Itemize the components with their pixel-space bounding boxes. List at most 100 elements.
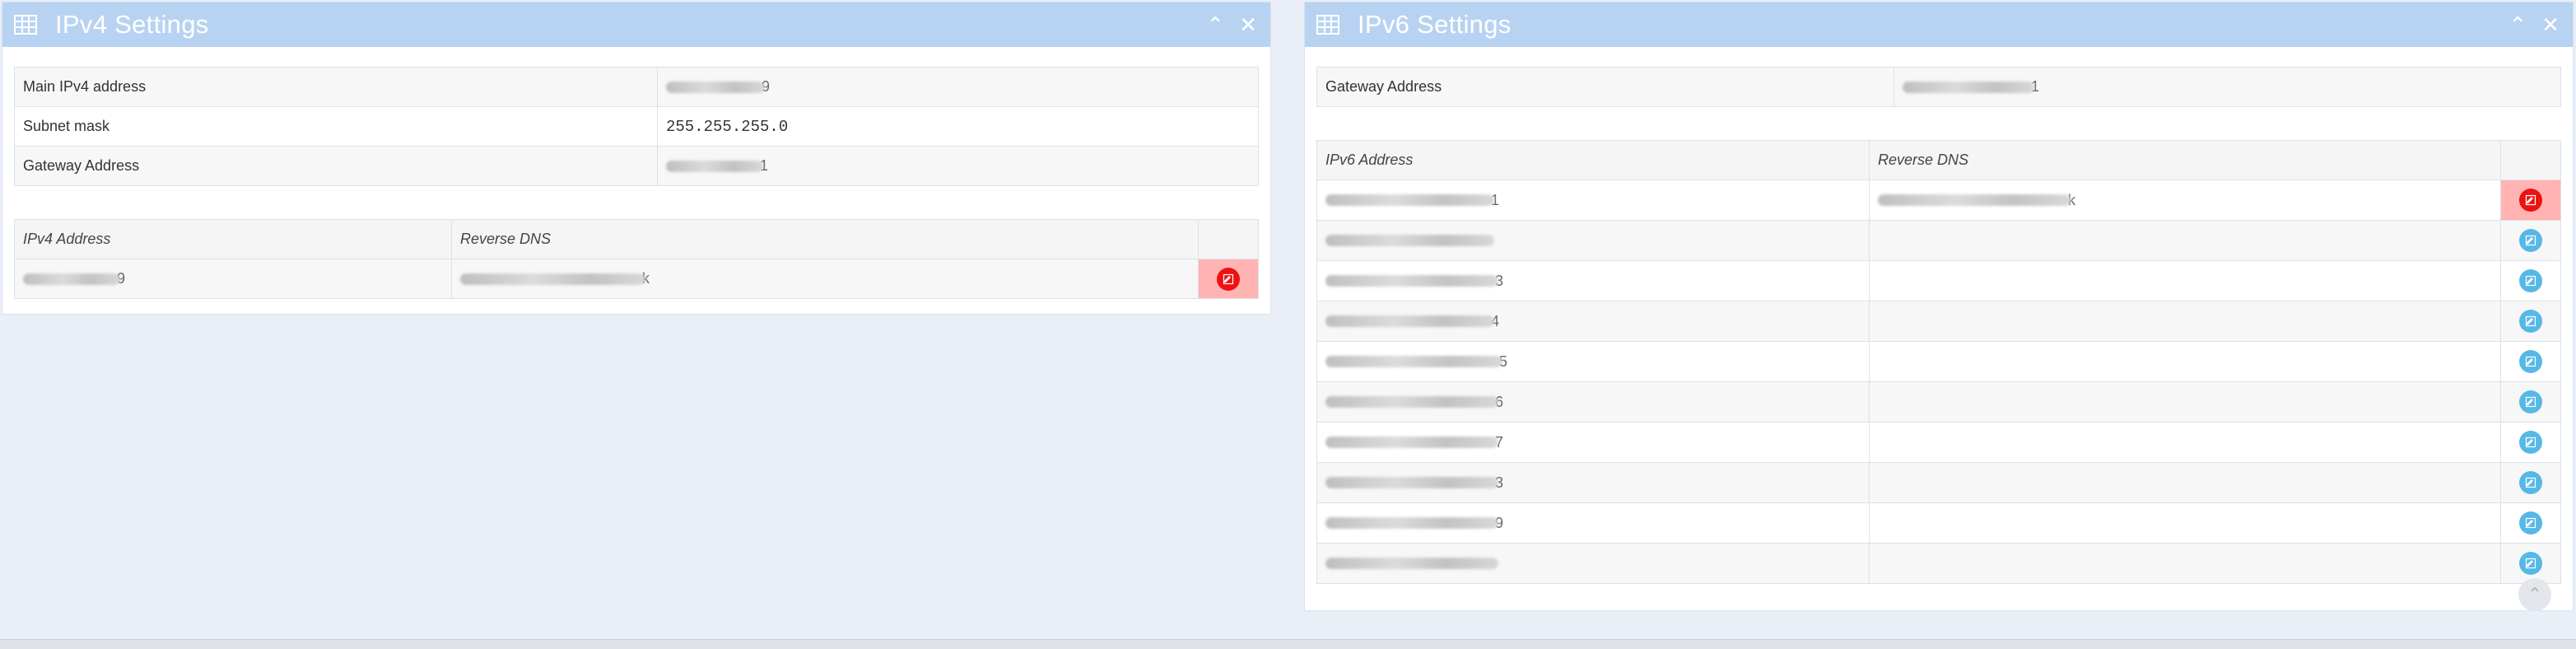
table-row: [1316, 220, 2561, 261]
ipv6-address-cell: [1316, 220, 1870, 261]
table-row: 3: [1316, 462, 2561, 503]
ipv6-address-cell: 9: [1316, 502, 1870, 544]
edit-cell: [1198, 259, 1259, 299]
subnet-mask-label: Subnet mask: [14, 106, 658, 147]
edit-icon: [2525, 356, 2536, 367]
ipv6-address-cell: [1316, 543, 1870, 584]
edit-rdns-button[interactable]: [2519, 511, 2542, 535]
table-row: Main IPv4 address 9: [14, 67, 1259, 107]
edit-rdns-button[interactable]: [2519, 269, 2542, 292]
ipv6-address-cell: 4: [1316, 301, 1870, 342]
edit-rdns-button[interactable]: [2519, 390, 2542, 413]
edit-icon: [2525, 477, 2536, 488]
reverse-dns-cell: [1869, 220, 2501, 261]
panel-header: IPv4 Settings ⌃ ✕: [2, 2, 1270, 47]
reverse-dns-cell: [1869, 341, 2501, 382]
bottom-scrollbar[interactable]: [0, 639, 2576, 649]
edit-rdns-button[interactable]: [2519, 229, 2542, 252]
ipv6-address-cell: 6: [1316, 381, 1870, 423]
reverse-dns-cell: [1869, 422, 2501, 463]
edit-cell: [2500, 220, 2561, 261]
chevron-up-icon[interactable]: ⌃: [2508, 14, 2527, 35]
ipv4-address-table: IPv4 Address Reverse DNS 9 k: [14, 219, 1259, 299]
reverse-dns-cell: [1869, 502, 2501, 544]
edit-icon: [2525, 396, 2536, 408]
ipv4-settings-panel: IPv4 Settings ⌃ ✕ Main IPv4 address 9 Su…: [2, 2, 1271, 315]
edit-icon: [2525, 517, 2536, 529]
ipv6-settings-panel: IPv6 Settings ⌃ ✕ Gateway Address 1 IPv6…: [1304, 2, 2574, 611]
table-row: 9 k: [14, 259, 1259, 299]
close-icon[interactable]: ✕: [2541, 14, 2560, 35]
edit-cell: [2500, 180, 2561, 221]
table-row: 9: [1316, 502, 2561, 544]
edit-icon: [2525, 558, 2536, 569]
main-ipv4-value: 9: [657, 67, 1259, 107]
table-row: 4: [1316, 301, 2561, 342]
table-row: Gateway Address 1: [1316, 67, 2561, 107]
edit-icon: [2525, 194, 2536, 206]
ipv6-address-cell: 3: [1316, 260, 1870, 301]
edit-cell: [2500, 260, 2561, 301]
edit-rdns-button[interactable]: [1217, 267, 1240, 291]
edit-cell: [2500, 502, 2561, 544]
reverse-dns-cell: [1869, 381, 2501, 423]
reverse-dns-column-header: Reverse DNS: [1869, 140, 2501, 180]
chevron-up-icon: ⌃: [2527, 584, 2543, 605]
panel-title: IPv4 Settings: [55, 10, 209, 39]
panel-title: IPv6 Settings: [1358, 10, 1512, 39]
table-row: Gateway Address 1: [14, 146, 1259, 186]
table-row: [1316, 543, 2561, 584]
gateway-value: 1: [1894, 67, 2561, 107]
edit-cell: [2500, 422, 2561, 463]
edit-rdns-button[interactable]: [2519, 350, 2542, 373]
ipv6-address-cell: 3: [1316, 462, 1870, 503]
ipv4-address-cell: 9: [14, 259, 452, 299]
ipv4-address-column-header: IPv4 Address: [14, 219, 452, 259]
table-row: 6: [1316, 381, 2561, 423]
edit-icon: [2525, 437, 2536, 448]
main-ipv4-label: Main IPv4 address: [14, 67, 658, 107]
edit-icon: [1223, 273, 1234, 284]
ipv6-address-cell: 5: [1316, 341, 1870, 382]
edit-rdns-button[interactable]: [2519, 431, 2542, 454]
ipv4-details-table: Main IPv4 address 9 Subnet mask 255.255.…: [14, 67, 1259, 186]
table-row: 1k: [1316, 180, 2561, 221]
edit-cell: [2500, 341, 2561, 382]
ipv6-address-column-header: IPv6 Address: [1316, 140, 1870, 180]
table-icon: [14, 15, 37, 35]
table-header-row: IPv4 Address Reverse DNS: [14, 219, 1259, 259]
edit-icon: [2525, 235, 2536, 246]
gateway-value: 1: [657, 146, 1259, 186]
table-header-row: IPv6 Address Reverse DNS: [1316, 140, 2561, 180]
edit-cell: [2500, 462, 2561, 503]
edit-rdns-button[interactable]: [2519, 189, 2542, 212]
reverse-dns-cell: [1869, 462, 2501, 503]
scroll-to-top-button[interactable]: ⌃: [2518, 578, 2551, 611]
edit-icon: [2525, 315, 2536, 327]
table-icon: [1316, 15, 1339, 35]
table-row: 7: [1316, 422, 2561, 463]
reverse-dns-cell: k: [451, 259, 1199, 299]
close-icon[interactable]: ✕: [1239, 14, 1257, 35]
edit-icon: [2525, 275, 2536, 287]
chevron-up-icon[interactable]: ⌃: [1206, 14, 1224, 35]
edit-rdns-button[interactable]: [2519, 310, 2542, 333]
reverse-dns-column-header: Reverse DNS: [451, 219, 1199, 259]
table-row: Subnet mask 255.255.255.0: [14, 106, 1259, 147]
edit-rdns-button[interactable]: [2519, 552, 2542, 575]
edit-rdns-button[interactable]: [2519, 471, 2542, 494]
reverse-dns-cell: k: [1869, 180, 2501, 221]
ipv6-address-cell: 7: [1316, 422, 1870, 463]
table-row: 3: [1316, 260, 2561, 301]
panel-header: IPv6 Settings ⌃ ✕: [1305, 2, 2573, 47]
gateway-label: Gateway Address: [14, 146, 658, 186]
ipv6-address-table: IPv6 Address Reverse DNS 1k3456739: [1316, 140, 2561, 584]
edit-cell: [2500, 543, 2561, 584]
ipv6-address-cell: 1: [1316, 180, 1870, 221]
ipv6-details-table: Gateway Address 1: [1316, 67, 2561, 107]
reverse-dns-cell: [1869, 301, 2501, 342]
gateway-label: Gateway Address: [1316, 67, 1894, 107]
reverse-dns-cell: [1869, 260, 2501, 301]
reverse-dns-cell: [1869, 543, 2501, 584]
edit-cell: [2500, 301, 2561, 342]
